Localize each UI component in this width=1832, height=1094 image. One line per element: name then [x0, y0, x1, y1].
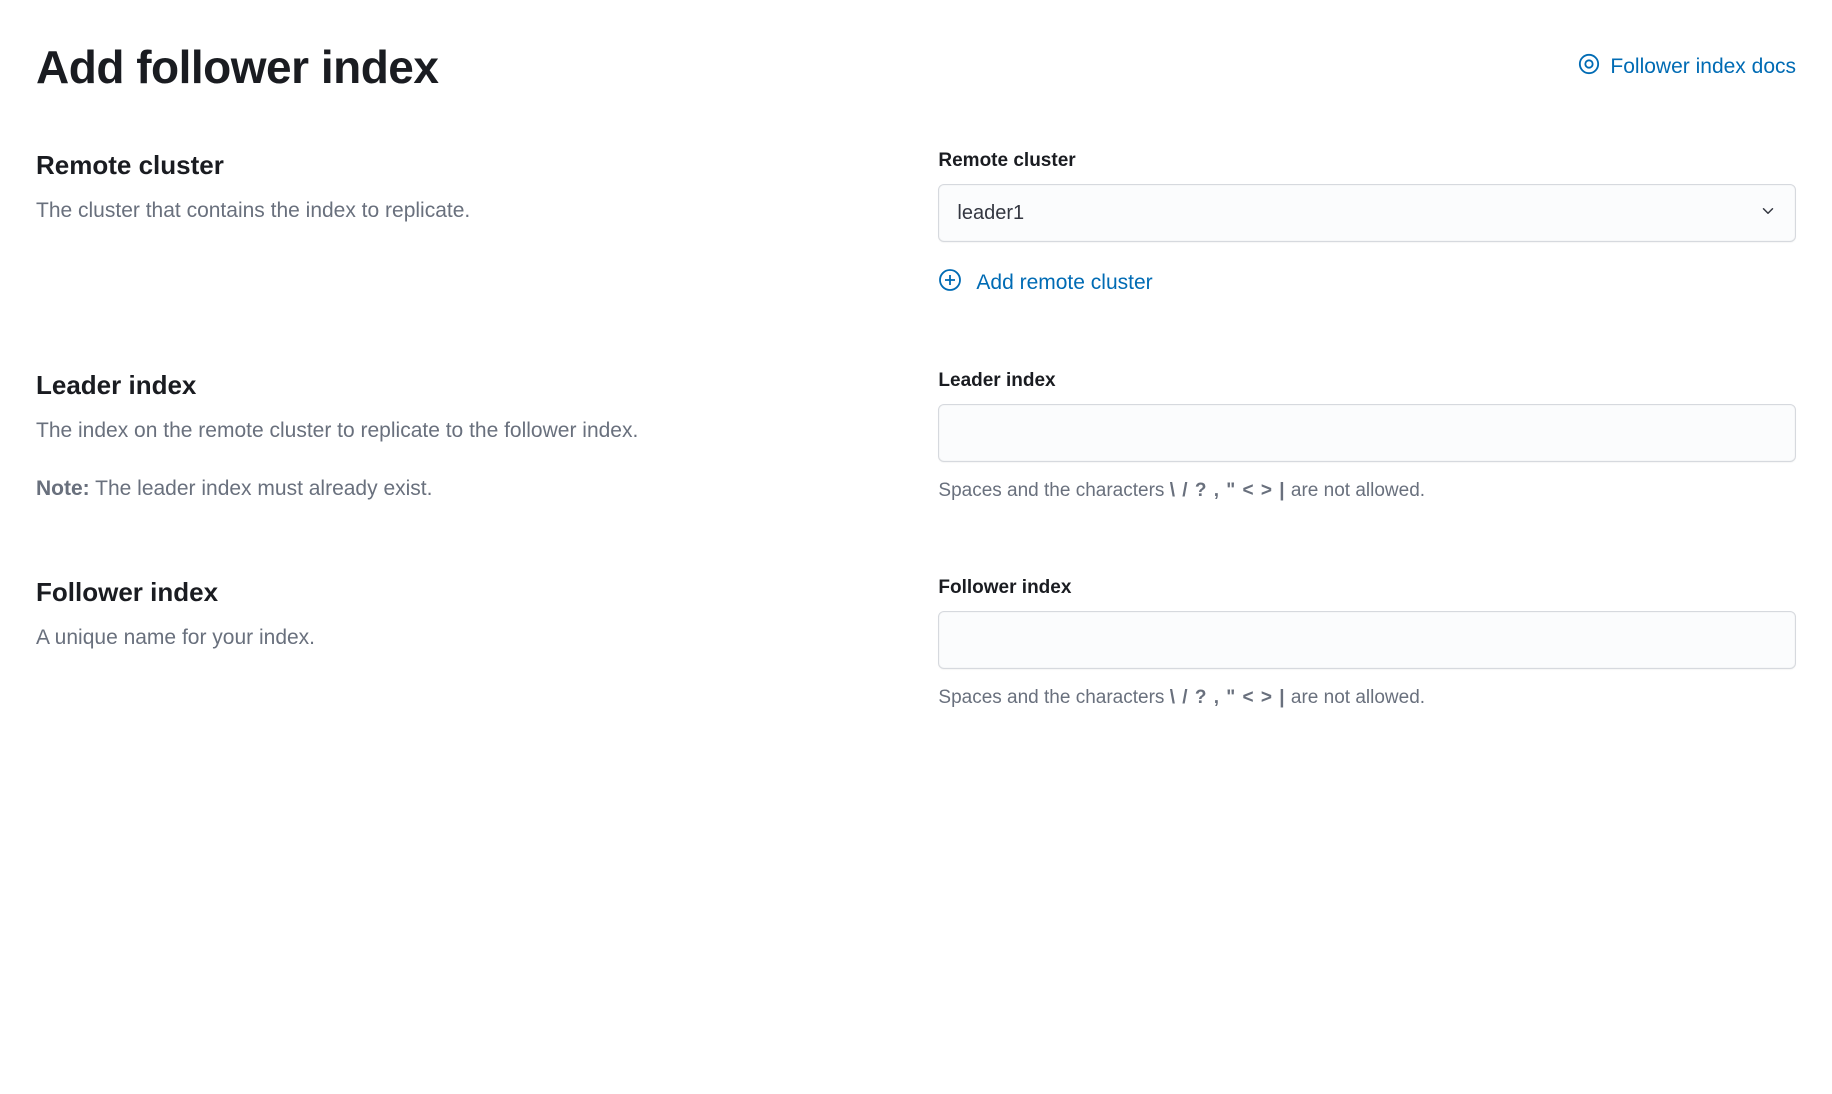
remote-cluster-field-label: Remote cluster	[938, 150, 1796, 172]
help-icon	[1578, 53, 1600, 81]
remote-cluster-select[interactable]: leader1	[938, 184, 1796, 242]
chevron-down-icon	[1759, 202, 1777, 225]
remote-cluster-description: The cluster that contains the index to r…	[36, 195, 898, 227]
docs-link-label: Follower index docs	[1610, 55, 1796, 79]
leader-index-field-label: Leader index	[938, 370, 1796, 392]
section-follower-index: Follower index A unique name for your in…	[36, 577, 1796, 712]
add-remote-cluster-link[interactable]: Add remote cluster	[938, 268, 1152, 298]
help-suffix: are not allowed.	[1286, 480, 1425, 501]
add-remote-cluster-label: Add remote cluster	[976, 271, 1152, 295]
follower-index-help-text: Spaces and the characters \ / ? , " < > …	[938, 685, 1796, 712]
section-remote-cluster: Remote cluster The cluster that contains…	[36, 150, 1796, 298]
follower-index-field-label: Follower index	[938, 577, 1796, 599]
help-suffix: are not allowed.	[1286, 687, 1425, 708]
plus-circle-icon	[938, 268, 962, 298]
leader-index-description: The index on the remote cluster to repli…	[36, 415, 898, 447]
remote-cluster-title: Remote cluster	[36, 150, 898, 181]
follower-index-input[interactable]	[938, 611, 1796, 669]
help-prefix: Spaces and the characters	[938, 480, 1169, 501]
follower-index-description: A unique name for your index.	[36, 622, 898, 654]
leader-index-note-label: Note:	[36, 477, 90, 500]
remote-cluster-selected-value: leader1	[957, 202, 1759, 225]
leader-index-note-text: The leader index must already exist.	[90, 477, 433, 500]
page-title: Add follower index	[36, 40, 438, 94]
page-header: Add follower index Follower index docs	[36, 40, 1796, 94]
follower-index-title: Follower index	[36, 577, 898, 608]
leader-index-title: Leader index	[36, 370, 898, 401]
leader-index-help-text: Spaces and the characters \ / ? , " < > …	[938, 478, 1796, 505]
leader-index-input[interactable]	[938, 404, 1796, 462]
section-leader-index: Leader index The index on the remote clu…	[36, 370, 1796, 505]
leader-index-note: Note: The leader index must already exis…	[36, 473, 898, 505]
help-prefix: Spaces and the characters	[938, 687, 1169, 708]
follower-index-docs-link[interactable]: Follower index docs	[1578, 53, 1796, 81]
help-chars: \ / ? , " < > |	[1170, 480, 1286, 501]
help-chars: \ / ? , " < > |	[1170, 687, 1286, 708]
